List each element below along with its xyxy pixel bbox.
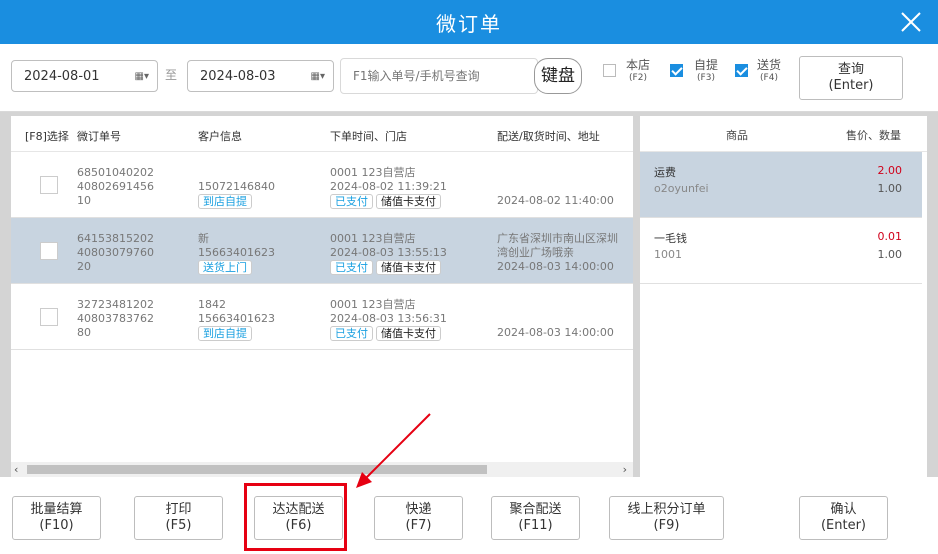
- goods-price: 2.00: [877, 164, 903, 177]
- col-select[interactable]: [F8]选择: [25, 128, 69, 144]
- pay-status-badge: 已支付: [330, 326, 373, 341]
- table-row[interactable]: 32723481202 40803783762 80 1842 15663401623…: [11, 284, 633, 350]
- col-order-no: 微订单号: [77, 130, 121, 143]
- scroll-left-icon[interactable]: ‹: [14, 463, 18, 476]
- pickup-label: 自提 (F3): [694, 58, 719, 84]
- date-separator: 至: [165, 68, 178, 82]
- date-to-picker[interactable]: 2024-08-03 ▦▾: [187, 60, 334, 92]
- delivery-info: 2024-08-02 11:40:00: [497, 194, 614, 207]
- goods-item[interactable]: 一毛钱 1001 0.01 1.00: [640, 218, 922, 284]
- online-points-order-button[interactable]: 线上积分订单 (F9): [609, 496, 724, 540]
- pay-method-badge: 储值卡支付: [376, 194, 441, 209]
- order-number: 64153815202 40803079760 20: [77, 232, 154, 273]
- date-from-value: 2024-08-01: [24, 69, 100, 84]
- title-bar: 微订单: [0, 0, 938, 44]
- calendar-icon: ▦▾: [310, 71, 325, 82]
- order-type-badge: 到店自提: [198, 194, 252, 209]
- goods-price: 0.01: [877, 230, 903, 243]
- orders-panel: [F8]选择 微订单号 客户信息 下单时间、门店 配送/取货时间、地址 6850…: [11, 116, 633, 477]
- goods-code: o2oyunfei: [654, 182, 709, 195]
- order-time-store: 0001 123自营店 2024-08-02 11:39:21 已支付 储值卡支付: [330, 166, 447, 209]
- pay-status-badge: 已支付: [330, 194, 373, 209]
- col-delivery: 配送/取货时间、地址: [497, 130, 600, 143]
- delivery-info: 2024-08-03 14:00:00: [497, 326, 614, 339]
- goods-table-header: 商品 售价、数量: [640, 116, 927, 152]
- pay-method-badge: 储值卡支付: [376, 326, 441, 341]
- close-icon[interactable]: [898, 9, 924, 35]
- order-type-badge: 到店自提: [198, 326, 252, 341]
- order-number: 68501040202 40802691456 10: [77, 166, 154, 207]
- query-button[interactable]: 查询 (Enter): [799, 56, 903, 100]
- table-row[interactable]: 68501040202 40802691456 10 15072146840 到店自…: [11, 152, 633, 218]
- order-time-store: 0001 123自营店 2024-08-03 13:55:13 已支付 储值卡支付: [330, 232, 447, 275]
- filter-bar: 2024-08-01 ▦▾ 至 2024-08-03 ▦▾ 键盘 本店(F2) …: [0, 44, 938, 112]
- calendar-icon: ▦▾: [134, 71, 149, 82]
- action-bar: 批量结算 (F10) 打印 (F5) 达达配送 (F6) 快递 (F7) 聚合配送 (F1…: [0, 477, 938, 554]
- horizontal-scrollbar[interactable]: ‹ ›: [11, 462, 633, 477]
- order-time-store: 0001 123自营店 2024-08-03 13:56:31 已支付 储值卡支付: [330, 298, 447, 341]
- annotation-arrow-icon: [356, 413, 431, 488]
- checkbox-delivery[interactable]: [735, 64, 748, 77]
- col-goods: 商品: [726, 129, 748, 142]
- date-to-value: 2024-08-03: [200, 69, 276, 84]
- goods-code: 1001: [654, 248, 682, 261]
- own-store-label: 本店 (F2): [626, 58, 651, 84]
- orders-table-header: [F8]选择 微订单号 客户信息 下单时间、门店 配送/取货时间、地址: [11, 116, 633, 152]
- express-button[interactable]: 快递 (F7): [374, 496, 463, 540]
- pay-status-badge: 已支付: [330, 260, 373, 275]
- customer-info: 15072146840 到店自提: [198, 180, 275, 209]
- col-price-qty: 售价、数量: [846, 129, 901, 142]
- customer-info: 1842 15663401623 到店自提: [198, 298, 275, 341]
- row-checkbox[interactable]: [40, 308, 58, 326]
- search-input[interactable]: [340, 58, 538, 94]
- scroll-right-icon[interactable]: ›: [623, 463, 627, 476]
- print-button[interactable]: 打印 (F5): [134, 496, 223, 540]
- checkbox-own-store[interactable]: [603, 64, 616, 77]
- order-number: 32723481202 40803783762 80: [77, 298, 154, 339]
- aggregate-delivery-button[interactable]: 聚合配送 (F11): [491, 496, 580, 540]
- confirm-button[interactable]: 确认 (Enter): [799, 496, 888, 540]
- goods-qty: 1.00: [877, 248, 903, 261]
- goods-panel: 商品 售价、数量 运费 o2oyunfei 2.00 1.00 一毛钱 1001…: [640, 116, 927, 477]
- goods-qty: 1.00: [877, 182, 903, 195]
- col-customer: 客户信息: [198, 130, 242, 143]
- window-title: 微订单: [436, 12, 502, 36]
- pay-method-badge: 储值卡支付: [376, 260, 441, 275]
- annotation-highlight-box: [244, 483, 347, 551]
- goods-name: 一毛钱: [654, 232, 687, 245]
- checkbox-pickup[interactable]: [670, 64, 683, 77]
- keyboard-button[interactable]: 键盘: [534, 58, 582, 94]
- order-type-badge: 送货上门: [198, 260, 252, 275]
- goods-item[interactable]: 运费 o2oyunfei 2.00 1.00: [640, 152, 922, 218]
- table-row[interactable]: 64153815202 40803079760 20 新 15663401623 送货…: [11, 218, 633, 284]
- col-order-time: 下单时间、门店: [330, 130, 407, 143]
- customer-info: 新 15663401623 送货上门: [198, 232, 275, 275]
- delivery-info: 广东省深圳市南山区深圳 湾创业广场哦亲 2024-08-03 14:00:00: [497, 232, 618, 273]
- goods-name: 运费: [654, 166, 676, 179]
- delivery-label: 送货 (F4): [757, 58, 782, 84]
- row-checkbox[interactable]: [40, 242, 58, 260]
- row-checkbox[interactable]: [40, 176, 58, 194]
- batch-settle-button[interactable]: 批量结算 (F10): [12, 496, 101, 540]
- date-from-picker[interactable]: 2024-08-01 ▦▾: [11, 60, 158, 92]
